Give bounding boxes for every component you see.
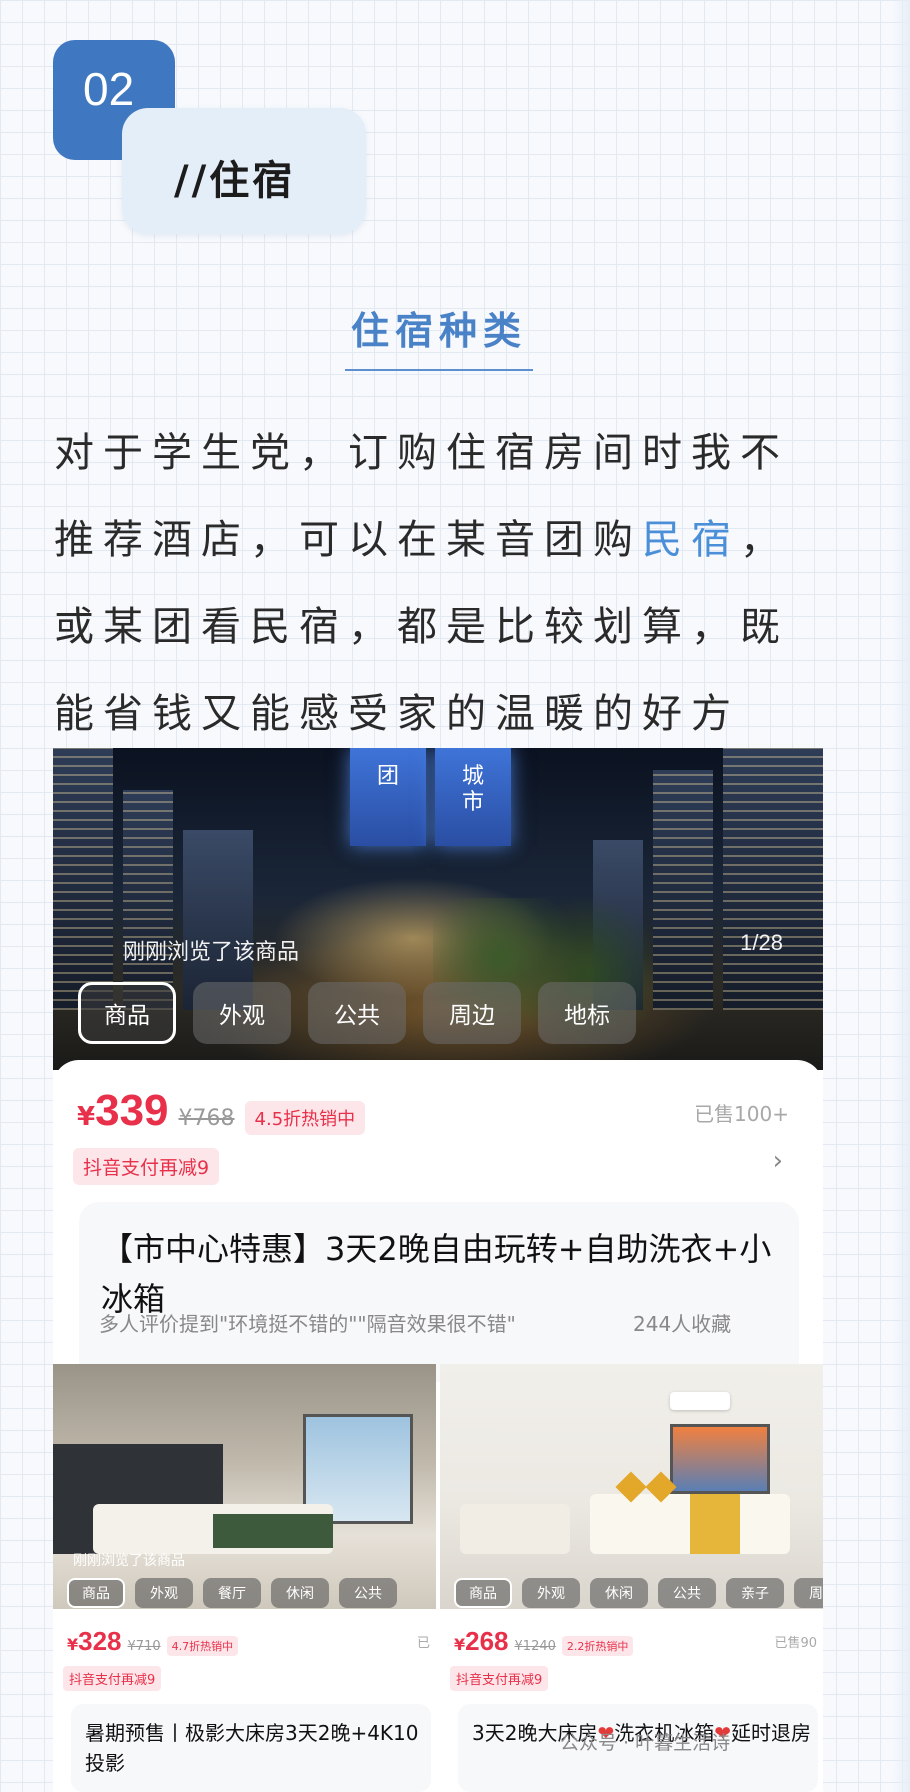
pay-promo[interactable]: 抖音支付再减9 (63, 1666, 162, 1691)
photo-counter: 1/28 (740, 930, 783, 955)
tower-text-left: 团 (376, 764, 399, 789)
price: 339 (95, 1086, 169, 1135)
subheading-text: 住宿种类 (344, 300, 533, 371)
paragraph-highlight: 民宿 (642, 517, 740, 563)
tab-family[interactable]: 亲子 (726, 1578, 784, 1608)
hero-photo-city-night: 团 城市 刚刚浏览了该商品 1/28 商品 外观 公共 周边 地标 (53, 748, 823, 1070)
sold-count: 已售90 (774, 1636, 817, 1651)
tab-leisure[interactable]: 休闲 (271, 1578, 329, 1608)
sold-count: 已售100+ (694, 1102, 789, 1126)
discount-badge: 4.7折热销中 (166, 1636, 239, 1656)
original-price: ¥1240 (514, 1639, 556, 1654)
tab-restaurant[interactable]: 餐厅 (203, 1578, 261, 1608)
air-conditioner (670, 1392, 730, 1410)
left-price-row: ¥ 328 ¥710 4.7折热销中 (67, 1626, 239, 1657)
tab-nearby[interactable]: 周边 (423, 982, 521, 1044)
watermark: 公众号 · 叶暮生活诗 (560, 1732, 731, 1754)
original-price: ¥710 (127, 1639, 161, 1654)
room-photo-dark: 刚刚浏览了该商品 商品 外观 餐厅 休闲 公共 (53, 1364, 436, 1609)
tab-public[interactable]: 公共 (308, 982, 406, 1044)
original-price: ¥768 (178, 1106, 235, 1131)
subheading: 住宿种类 (0, 300, 878, 371)
recently-viewed-note: 刚刚浏览了该商品 (73, 1553, 185, 1569)
pay-promo[interactable]: 抖音支付再减9 (450, 1666, 549, 1691)
section-tag: //住宿 (174, 158, 296, 204)
pay-promo[interactable]: 抖音支付再减9 (73, 1148, 220, 1185)
building (123, 790, 173, 1010)
app-screenshot: 团 城市 刚刚浏览了该商品 1/28 商品 外观 公共 周边 地标 ¥ 339 … (53, 748, 823, 1792)
section-tag-tile: //住宿 (122, 108, 366, 234)
chevron-right-icon[interactable]: › (773, 1146, 783, 1176)
sofa (460, 1504, 570, 1554)
building (53, 748, 113, 1010)
tab-public[interactable]: 公共 (658, 1578, 716, 1608)
recently-viewed-note: 刚刚浏览了该商品 (123, 940, 300, 965)
tab-nearby[interactable]: 周边 (794, 1578, 823, 1608)
discount-badge: 4.5折热销中 (244, 1101, 366, 1135)
currency-symbol: ¥ (77, 1102, 96, 1132)
tab-exterior[interactable]: 外观 (135, 1578, 193, 1608)
room-photo-bright: 商品 外观 休闲 公共 亲子 周边 (440, 1364, 823, 1609)
favorites-count: 244人收藏 (633, 1312, 732, 1336)
price: 328 (78, 1626, 122, 1656)
window (670, 1424, 770, 1494)
tab-product[interactable]: 商品 (67, 1578, 125, 1608)
currency-symbol: ¥ (67, 1635, 79, 1654)
page-edge-shade (892, 0, 910, 1792)
discount-badge: 2.2折热销中 (561, 1636, 634, 1656)
price: 268 (465, 1626, 509, 1656)
lit-tower-right: 城市 (435, 748, 511, 846)
building (653, 770, 713, 1010)
lit-tower-left: 团 (350, 748, 426, 846)
currency-symbol: ¥ (454, 1635, 466, 1654)
title-part-3: 延时退房 (730, 1721, 811, 1745)
tab-exterior[interactable]: 外观 (193, 982, 291, 1044)
bed-throw (213, 1514, 333, 1548)
left-listing-screenshot: 刚刚浏览了该商品 商品 外观 餐厅 休闲 公共 ¥ 328 ¥710 4.7折热… (53, 1364, 436, 1792)
tab-leisure[interactable]: 休闲 (590, 1578, 648, 1608)
photo-category-tabs: 商品 外观 公共 周边 地标 (78, 982, 636, 1044)
left-title-box: 暑期预售丨极影大床房3天2晚+4K10投影 (71, 1704, 431, 1792)
right-price-row: ¥ 268 ¥1240 2.2折热销中 (454, 1626, 634, 1657)
building (723, 748, 823, 1010)
left-listing-title: 暑期预售丨极影大床房3天2晚+4K10投影 (85, 1721, 419, 1775)
tab-product[interactable]: 商品 (454, 1578, 512, 1608)
section-number: 02 (83, 63, 135, 115)
listing-title-box: 【市中心特惠】3天2晚自由玩转+自助洗衣+小冰箱 (79, 1202, 799, 1382)
left-photo-tabs: 商品 外观 餐厅 休闲 公共 (67, 1578, 397, 1608)
tab-exterior[interactable]: 外观 (522, 1578, 580, 1608)
right-photo-tabs: 商品 外观 休闲 公共 亲子 周边 (454, 1578, 823, 1608)
tab-public[interactable]: 公共 (339, 1578, 397, 1608)
tower-text-right: 城市 (461, 764, 484, 815)
review-hint: 多人评价提到"环境挺不错的""隔音效果很不错" (99, 1312, 516, 1336)
price-row: ¥ 339 ¥768 4.5折热销中 (77, 1086, 366, 1136)
tab-landmark[interactable]: 地标 (538, 982, 636, 1044)
sold-count: 已 (416, 1636, 430, 1651)
bed-runner (690, 1494, 740, 1554)
tab-product[interactable]: 商品 (78, 982, 176, 1044)
